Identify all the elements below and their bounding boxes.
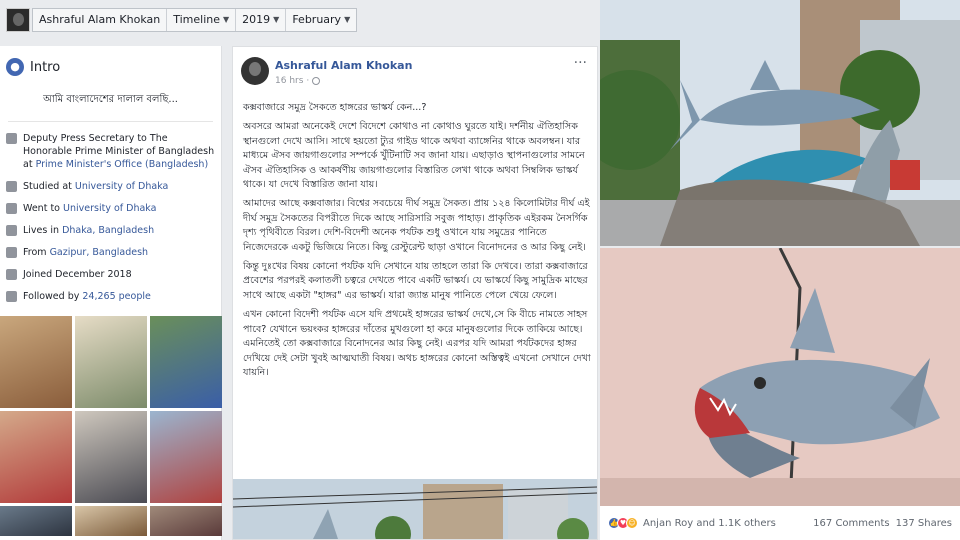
chevron-down-icon: ▼ (344, 15, 351, 24)
shark-sculpture-photo[interactable] (600, 0, 960, 246)
chevron-down-icon: ▼ (223, 15, 230, 24)
post-paragraph: আমাদের আছে কক্সবাজার। বিশ্বের সবচেয়ে দী… (243, 198, 590, 253)
year-label: 2019 (242, 13, 271, 26)
photos-grid (0, 316, 222, 536)
shares-count[interactable]: 137 Shares (896, 518, 952, 529)
haha-icon[interactable]: ☺ (626, 517, 638, 529)
post-timestamp: 16 hrs · (275, 76, 321, 86)
timeline-navigation-bar: Ashraful Alam Khokan Timeline ▼ 2019 ▼ F… (0, 0, 598, 44)
post-text: কক্সবাজারে সমুদ্র সৈকতে হাঙ্গরের ভাস্কর্… (243, 101, 593, 385)
info-text: From Gazipur, Bangladesh (23, 246, 148, 259)
post-photo-preview[interactable] (233, 479, 597, 539)
from-text: From (23, 247, 50, 258)
photo-thumbnail[interactable] (0, 316, 72, 408)
from-link[interactable]: Gazipur, Bangladesh (50, 247, 149, 258)
studied-link[interactable]: University of Dhaka (75, 181, 168, 192)
photo-thumbnail[interactable] (75, 411, 147, 503)
shark-closeup-photo[interactable] (600, 248, 960, 506)
info-went-to: Went to University of Dhaka (0, 202, 221, 215)
photo-thumbnail[interactable] (75, 316, 147, 408)
info-studied: Studied at University of Dhaka (0, 180, 221, 193)
shark-sculpture-image (600, 0, 960, 246)
profile-thumbnail[interactable] (6, 8, 30, 32)
post-author[interactable]: Ashraful Alam Khokan (275, 59, 412, 72)
profile-name: Ashraful Alam Khokan (39, 13, 161, 26)
intro-header: ● Intro (0, 46, 221, 76)
post-paragraph: এখন কোনো বিদেশী পর্যটক এসে যদি প্রথমেই হ… (243, 309, 591, 378)
rss-icon (6, 291, 17, 302)
home-icon (6, 225, 17, 236)
went-to-text: Went to (23, 203, 64, 214)
reactions-bar: 👍 ♥ ☺ Anjan Roy and 1.1K others 167 Comm… (600, 506, 960, 540)
post-paragraph: কিন্তু দুঃখের বিষয় কোনো পর্যটক যদি সেখা… (243, 261, 588, 301)
info-text: Lives in Dhaka, Bangladesh (23, 224, 154, 237)
timeline-dropdown[interactable]: Timeline ▼ (167, 9, 237, 31)
divider (8, 121, 213, 122)
globe-icon: ● (6, 58, 24, 76)
work-link[interactable]: Prime Minister's Office (Bangladesh) (36, 159, 209, 170)
clock-icon (6, 269, 17, 280)
followers-text: Followed by (23, 291, 83, 302)
lives-in-link[interactable]: Dhaka, Bangladesh (62, 225, 154, 236)
profile-name-link[interactable]: Ashraful Alam Khokan (33, 9, 168, 31)
graduation-cap-icon (6, 181, 17, 192)
post-paragraph: অবসরে আমরা অনেকেই দেশে বিদেশে কোথাও না ক… (243, 121, 585, 191)
facebook-timeline: Ashraful Alam Khokan Timeline ▼ 2019 ▼ F… (0, 0, 960, 540)
month-label: February (292, 13, 342, 26)
info-text: Studied at University of Dhaka (23, 180, 168, 193)
photo-thumbnail[interactable] (0, 411, 72, 503)
went-to-link[interactable]: University of Dhaka (63, 203, 156, 214)
comments-count[interactable]: 167 Comments (813, 518, 889, 529)
intro-title: Intro (30, 59, 61, 75)
avatar[interactable] (241, 57, 269, 85)
briefcase-icon (6, 133, 17, 144)
info-followers: Followed by 24,265 people (0, 290, 221, 303)
graduation-cap-icon (6, 203, 17, 214)
post-time[interactable]: 16 hrs (275, 76, 303, 86)
timeline-selector: Ashraful Alam Khokan Timeline ▼ 2019 ▼ F… (32, 8, 358, 32)
info-lives-in: Lives in Dhaka, Bangladesh (0, 224, 221, 237)
studied-text: Studied at (23, 181, 75, 192)
joined-text: Joined December 2018 (23, 269, 132, 280)
info-joined: Joined December 2018 (0, 268, 221, 281)
timeline-post: Ashraful Alam Khokan 16 hrs · ··· কক্সবা… (232, 46, 598, 540)
followers-link[interactable]: 24,265 people (82, 291, 150, 302)
timeline-label: Timeline (173, 13, 221, 26)
street-scene-image (233, 479, 597, 539)
chevron-down-icon: ▼ (273, 15, 280, 24)
location-pin-icon (6, 247, 17, 258)
post-paragraph: কক্সবাজারে সমুদ্র সৈকতে হাঙ্গরের ভাস্কর্… (243, 102, 427, 113)
shark-closeup-image (600, 248, 960, 506)
info-text: Went to University of Dhaka (23, 202, 156, 215)
lives-in-text: Lives in (23, 225, 63, 236)
month-dropdown[interactable]: February ▼ (286, 9, 356, 31)
photo-thumbnail[interactable] (0, 506, 72, 536)
separator-dot: · (306, 76, 310, 86)
photo-thumbnail[interactable] (150, 411, 222, 503)
intro-card: ● Intro আমি বাংলাদেশের দালাল বলছি... Dep… (0, 46, 222, 540)
info-from: From Gazipur, Bangladesh (0, 246, 221, 259)
info-text: Deputy Press Secretary to The Honorable … (23, 132, 215, 171)
photo-thumbnail[interactable] (150, 506, 222, 536)
public-globe-icon (312, 77, 321, 85)
photo-thumbnail[interactable] (75, 506, 147, 536)
engagement-counts: 167 Comments 137 Shares (813, 518, 952, 529)
info-work: Deputy Press Secretary to The Honorable … (0, 132, 221, 171)
photo-thumbnail[interactable] (150, 316, 222, 408)
profile-bio: আমি বাংলাদেশের দালাল বলছি... (43, 94, 178, 105)
year-dropdown[interactable]: 2019 ▼ (236, 9, 287, 31)
info-text: Followed by 24,265 people (23, 290, 151, 303)
more-options-icon[interactable]: ··· (574, 55, 587, 71)
reactors-summary[interactable]: Anjan Roy and 1.1K others (643, 518, 776, 529)
